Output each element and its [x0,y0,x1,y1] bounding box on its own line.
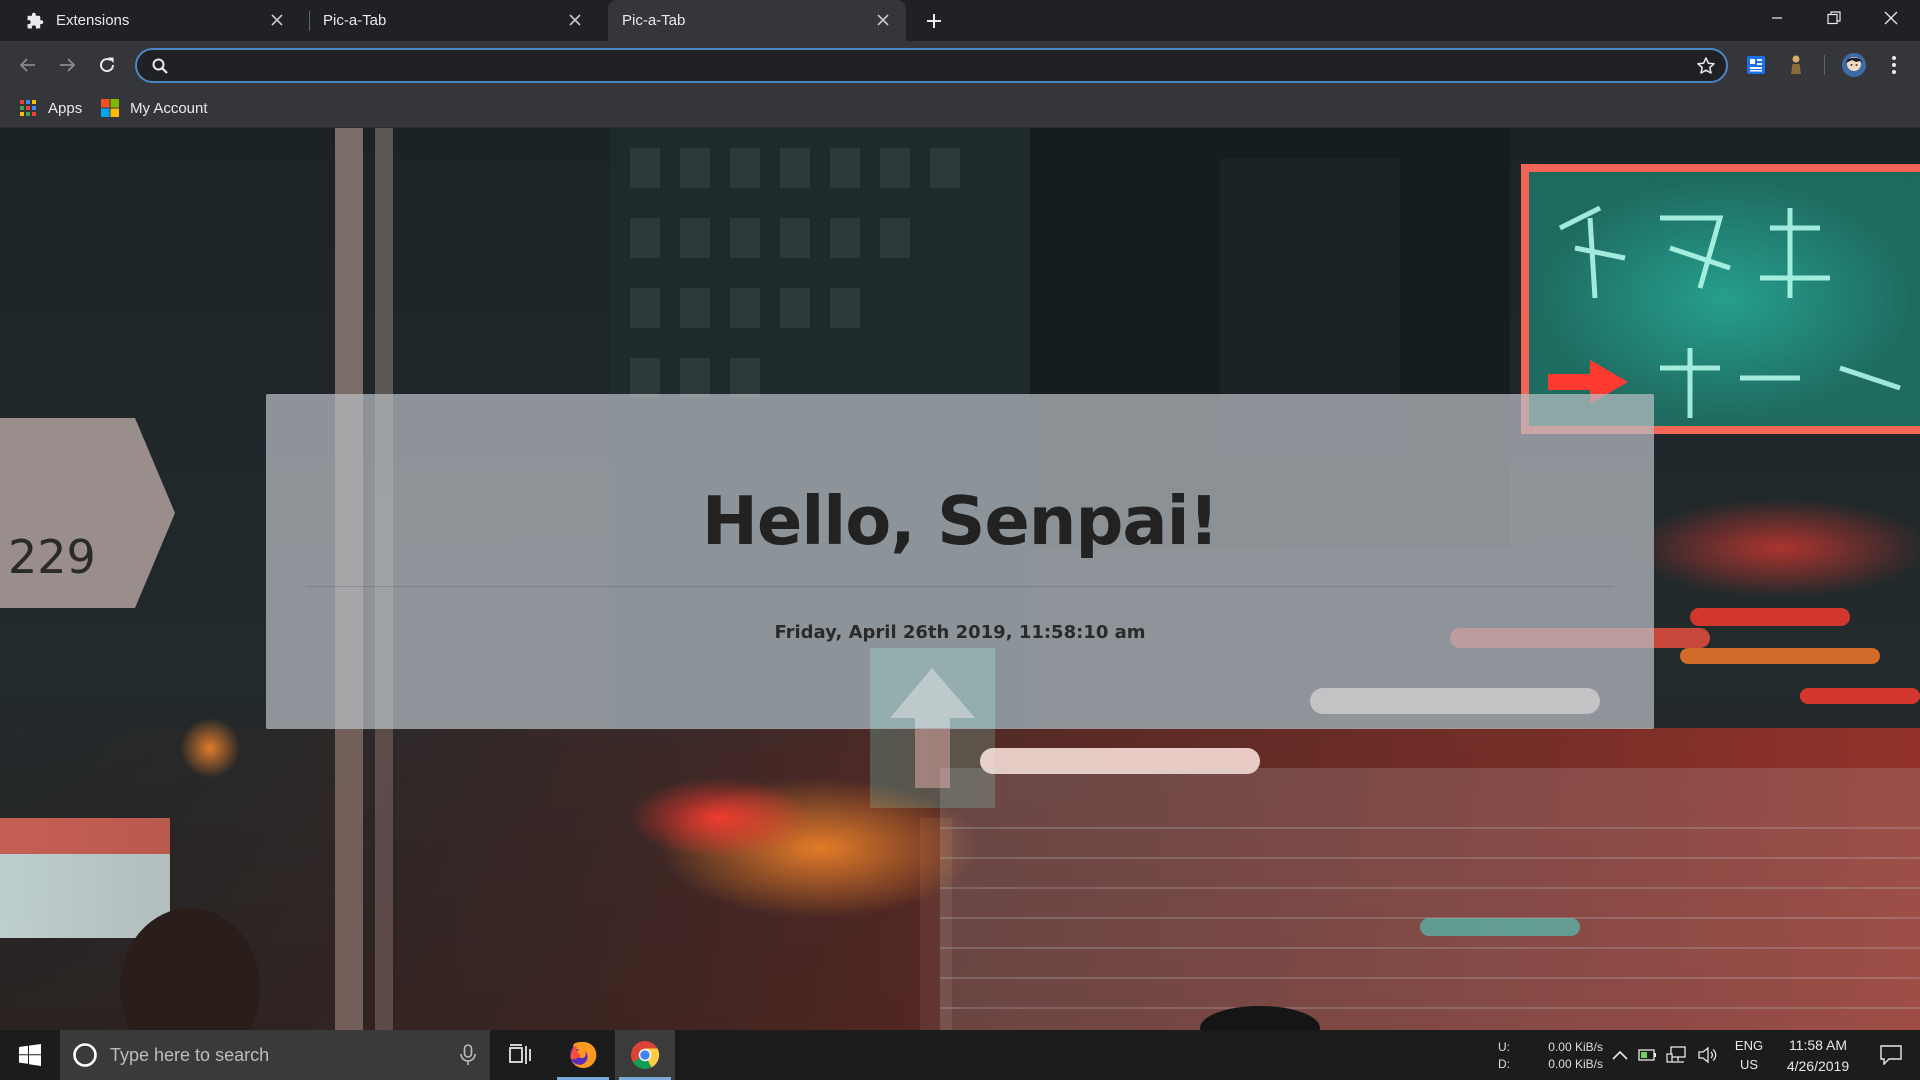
volume-control[interactable] [1694,1030,1720,1080]
puzzle-icon [26,12,44,30]
task-view-icon [509,1044,531,1064]
greeting-heading: Hello, Senpai! [701,482,1219,560]
forward-button[interactable] [51,49,83,81]
bookmark-star-icon[interactable] [1696,56,1716,76]
clock-time: 11:58 AM [1788,1037,1848,1053]
language-code: ENG [1734,1038,1764,1053]
address-input[interactable] [181,50,1661,81]
windows-taskbar: Type here to search U: D: 0.00 KiB/s 0.0… [0,1030,1920,1080]
new-tab-page: 229 Hello, Senpai! Friday, April 26th 20… [0,128,1920,1030]
net-down-value: 0.00 KiB/s [1548,1057,1603,1071]
bookmark-label: My Account [130,99,208,117]
date-time-text: Friday, April 26th 2019, 11:58:10 am [774,622,1146,643]
close-window-button[interactable] [1862,0,1920,36]
chevron-up-icon [1612,1050,1628,1060]
battery-status[interactable] [1636,1030,1660,1080]
clock[interactable]: 11:58 AM 4/26/2019 [1774,1030,1862,1080]
search-placeholder: Type here to search [110,1045,270,1065]
tab-title: Pic-a-Tab [622,12,686,29]
close-icon[interactable] [874,11,892,29]
close-icon[interactable] [268,11,286,29]
firefox-taskbar-button[interactable] [553,1030,613,1080]
menu-kebab-icon[interactable] [1882,53,1906,77]
notification-icon [1880,1045,1902,1065]
browser-toolbar [0,41,1920,88]
action-center-button[interactable] [1866,1030,1916,1080]
chrome-icon [631,1041,660,1069]
address-bar[interactable] [135,48,1728,83]
net-down-label: D: [1498,1057,1510,1071]
reload-button[interactable] [91,49,123,81]
network-status[interactable] [1664,1030,1690,1080]
start-button[interactable] [0,1030,60,1080]
windows-logo-icon [19,1044,41,1066]
tab-strip: Extensions Pic-a-Tab Pic-a-Tab [0,0,1920,41]
clock-date: 4/26/2019 [1786,1058,1850,1074]
microphone-icon[interactable] [458,1044,478,1066]
net-up-label: U: [1498,1040,1510,1054]
region-code: US [1739,1057,1759,1072]
microsoft-logo-icon [101,99,119,117]
speaker-icon [1698,1046,1717,1064]
bookmark-label: Apps [48,99,83,117]
profile-avatar[interactable] [1840,51,1868,79]
extension-icon-figure[interactable] [1784,53,1808,77]
tab-pic-a-tab-active[interactable]: Pic-a-Tab [608,0,906,41]
input-language[interactable]: ENG US [1728,1030,1770,1080]
bookmark-apps[interactable]: Apps [18,95,82,121]
taskbar-search-box[interactable]: Type here to search [60,1030,490,1080]
search-icon [152,58,168,74]
bookmarks-bar: Apps My Account [0,88,1920,128]
tab-extensions[interactable]: Extensions [0,0,300,41]
greeting-card: Hello, Senpai! Friday, April 26th 2019, … [266,394,1654,729]
show-hidden-icons-button[interactable] [1608,1030,1632,1080]
tab-pic-a-tab-1[interactable]: Pic-a-Tab [298,0,598,41]
net-up-value: 0.00 KiB/s [1548,1040,1603,1054]
apps-grid-icon [20,100,36,116]
task-view-button[interactable] [490,1030,550,1080]
cortana-icon [73,1043,97,1067]
ethernet-icon [1666,1046,1686,1063]
extension-icon-blue[interactable] [1744,53,1768,77]
close-icon[interactable] [566,11,584,29]
minimize-button[interactable] [1748,0,1806,36]
svg-text:229: 229 [8,530,96,584]
bookmark-my-account[interactable]: My Account [100,95,208,121]
new-tab-button[interactable] [922,9,946,33]
tab-title: Extensions [56,12,130,29]
firefox-icon [570,1041,597,1068]
battery-icon [1638,1049,1656,1061]
tab-title: Pic-a-Tab [323,12,387,29]
back-button[interactable] [12,49,44,81]
divider [306,586,1614,587]
restore-button[interactable] [1805,0,1863,36]
chrome-taskbar-button[interactable] [615,1030,675,1080]
toolbar-divider [1824,55,1825,75]
